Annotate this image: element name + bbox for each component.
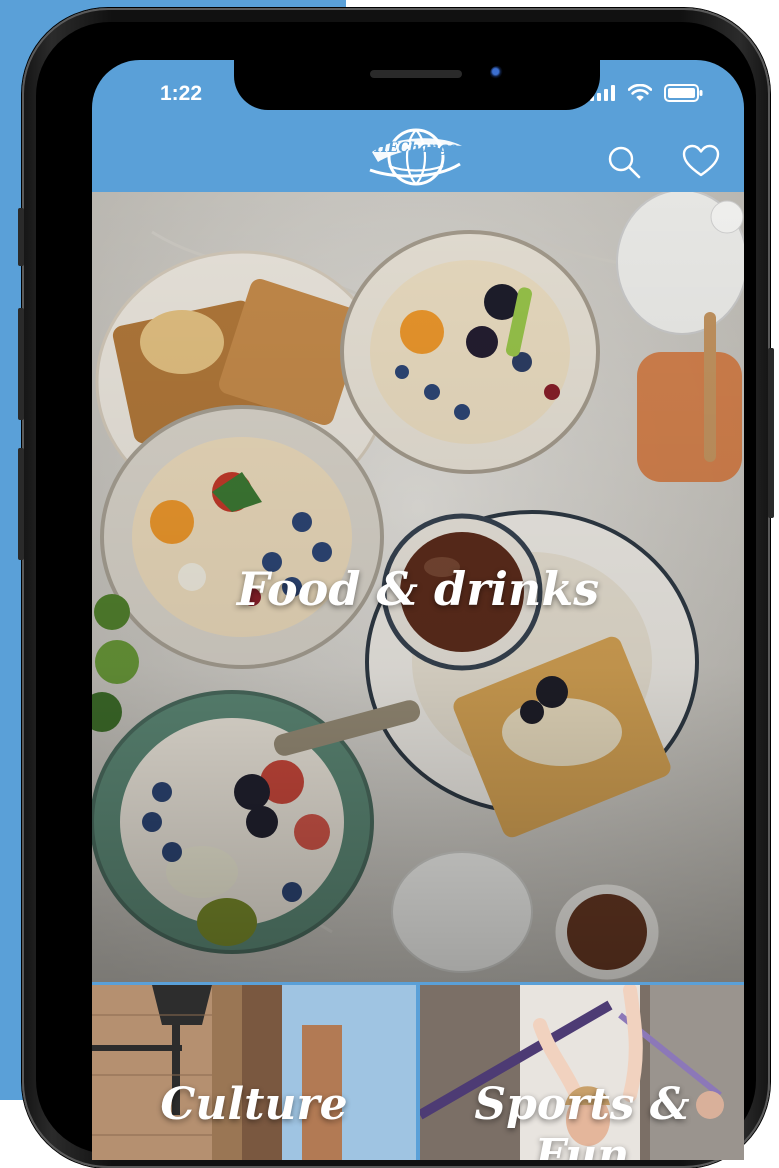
phone-screen: 1:22 HEChange Food & drinks Culture Spor… — [92, 60, 744, 1160]
favorites-heart-icon[interactable] — [682, 144, 720, 178]
battery-icon — [664, 84, 703, 102]
volume-down-button — [18, 448, 24, 560]
hechange-logo[interactable]: HEChange — [364, 122, 468, 192]
front-camera — [490, 66, 504, 80]
phone-frame: 1:22 HEChange Food & drinks Culture Spor… — [18, 8, 774, 1168]
volume-up-button — [18, 308, 24, 420]
power-button — [768, 348, 774, 518]
category-title: Culture — [160, 1079, 348, 1130]
category-title: Sports & Fun — [474, 1079, 690, 1160]
wifi-icon — [628, 84, 652, 101]
earpiece-speaker — [370, 70, 462, 78]
search-icon[interactable] — [606, 144, 642, 180]
mute-switch — [18, 208, 24, 266]
category-title: Food & drinks — [236, 562, 600, 616]
category-card-sports-fun[interactable]: Sports & Fun — [420, 985, 744, 1160]
category-card-culture[interactable]: Culture — [92, 985, 416, 1160]
category-card-food-drinks[interactable]: Food & drinks — [92, 192, 744, 982]
logo-text: HEChange — [373, 140, 457, 156]
status-time: 1:22 — [160, 82, 203, 105]
status-icons — [590, 84, 704, 102]
phone-notch — [234, 60, 600, 110]
culture-image — [92, 985, 416, 1160]
